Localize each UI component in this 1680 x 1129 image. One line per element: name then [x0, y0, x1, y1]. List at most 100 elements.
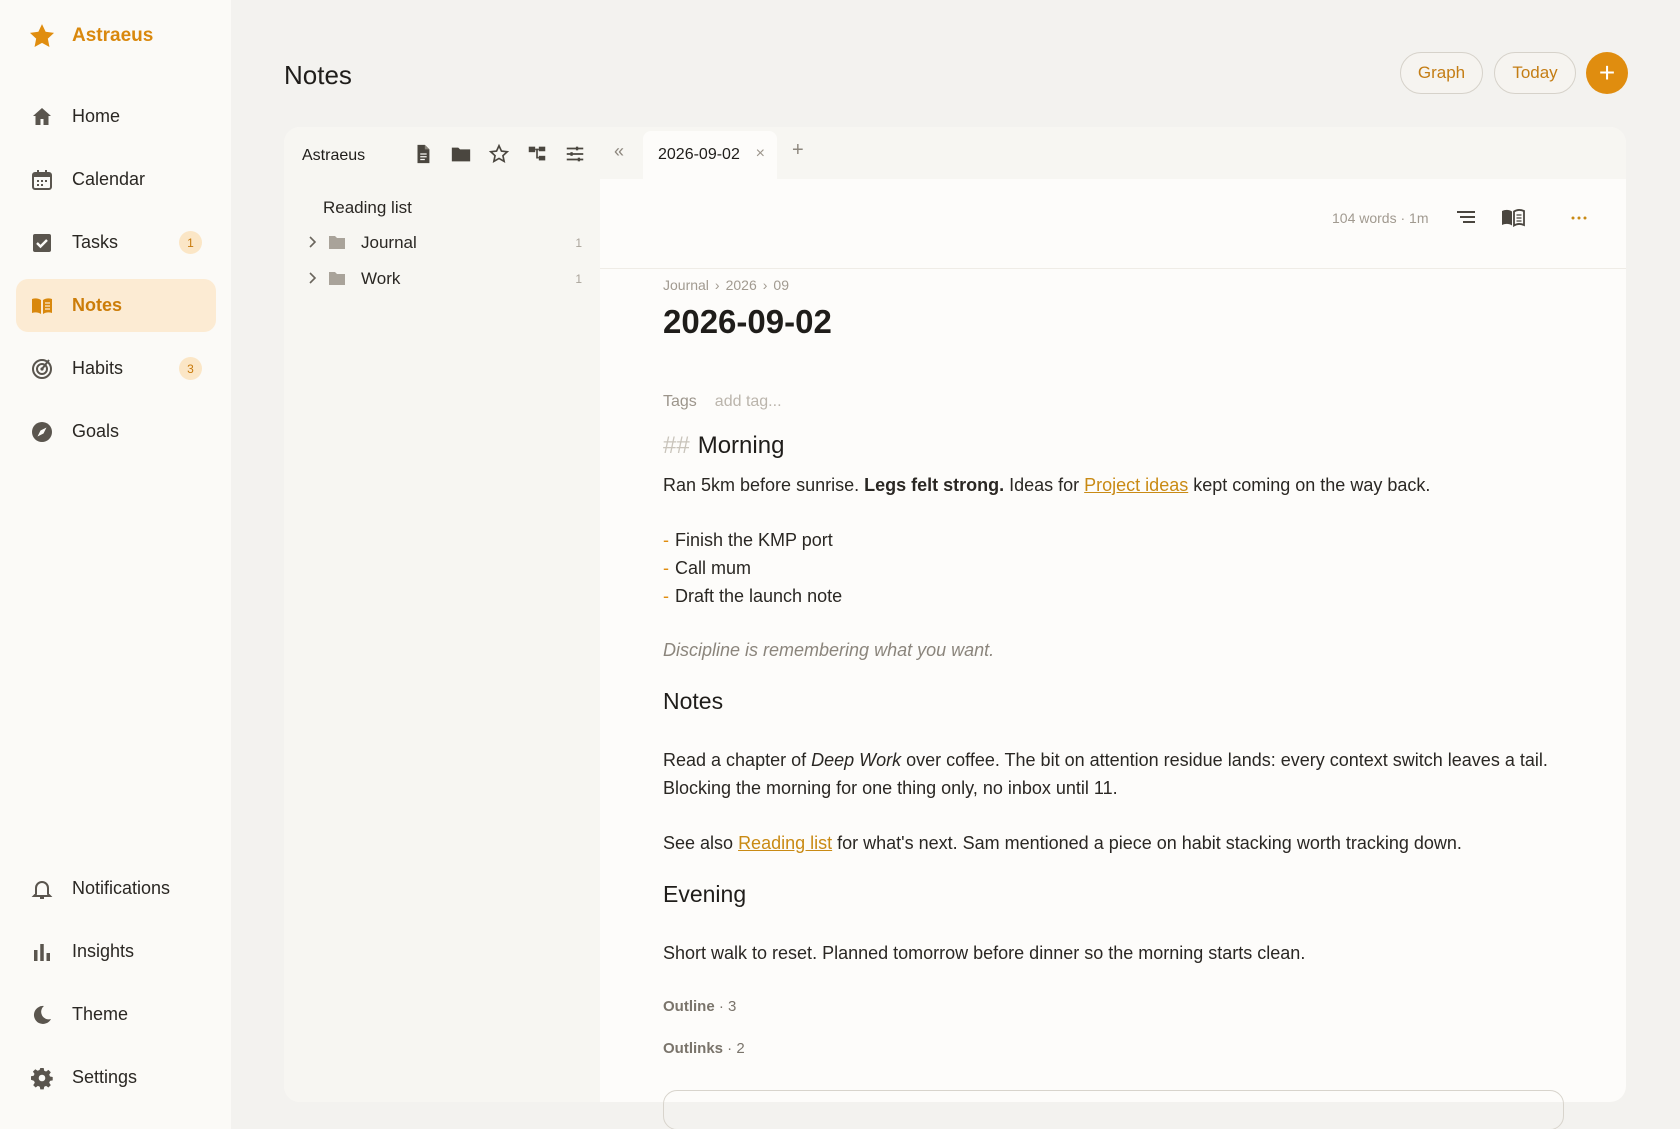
outlinks-list[interactable] [663, 1090, 1564, 1129]
home-icon [33, 107, 51, 125]
compass-icon [32, 421, 52, 442]
brand[interactable]: Astraeus [28, 22, 153, 50]
nav-label: Notifications [72, 878, 171, 898]
text-run: Ideas for [1004, 475, 1085, 495]
add-note-button[interactable]: + [1586, 52, 1628, 94]
folder-icon [329, 236, 345, 249]
more-icon[interactable] [1566, 205, 1592, 231]
nav-item-goals[interactable]: Goals [16, 405, 216, 458]
text-run: for what's next. Sam mentioned a piece o… [832, 833, 1462, 853]
bold-text: Legs felt strong. [864, 475, 1005, 495]
outline-label: Outline [663, 998, 715, 1015]
list-item[interactable]: - Draft the launch note [663, 582, 842, 610]
add-tag-input[interactable]: add tag... [715, 393, 782, 410]
tags-label: Tags [663, 393, 697, 410]
breadcrumb-item[interactable]: Journal [663, 277, 709, 293]
note-title[interactable]: 2026-09-02 [663, 303, 832, 341]
text-run: over coffee. The bit on attention residu… [901, 750, 1548, 770]
tags-row: Tags add tag... [663, 393, 782, 411]
breadcrumb-separator: › [762, 277, 768, 293]
notes-panel: Astraeus Reading list Journal 1 Work 1 «… [284, 127, 1626, 1102]
paragraph[interactable]: Short walk to reset. Planned tomorrow be… [663, 939, 1305, 967]
nav-label: Home [72, 106, 121, 126]
page-title: Notes [284, 60, 352, 90]
nav-item-insights[interactable]: Insights [16, 925, 216, 978]
heading-morning[interactable]: ## Morning [663, 432, 784, 460]
target-icon [32, 358, 52, 379]
breadcrumb-item[interactable]: 09 [773, 277, 789, 293]
wiki-link-project-ideas[interactable]: Project ideas [1084, 475, 1188, 495]
outlinks-section-toggle[interactable]: Outlinks · 2 [663, 1040, 745, 1057]
list-item[interactable]: - Call mum [663, 554, 751, 582]
tree-folder-count: 1 [575, 272, 582, 286]
text-run: See also [663, 833, 739, 853]
paragraph[interactable]: Ran 5km before sunrise. Legs felt strong… [663, 471, 1430, 499]
heading-notes[interactable]: Notes [663, 688, 723, 715]
paragraph[interactable]: Read a chapter of Deep Work over coffee.… [663, 746, 1548, 774]
heading-evening[interactable]: Evening [663, 881, 746, 908]
gear-icon [31, 1067, 53, 1089]
nav-item-tasks[interactable]: Tasks 1 [16, 216, 216, 269]
new-tab-button[interactable]: + [792, 139, 804, 162]
doc-toolbar: 104 words · 1m [600, 179, 1626, 269]
nav-label: Goals [72, 421, 120, 441]
heading-text: Morning [697, 432, 785, 459]
habits-count-badge: 3 [179, 357, 202, 380]
tab-bar: « 2026-09-02 × + [600, 127, 1626, 179]
nav-label: Settings [72, 1067, 138, 1087]
vault-name: Astraeus [302, 147, 366, 164]
quote-text[interactable]: Discipline is remembering what you want. [663, 636, 994, 664]
bell-icon [31, 880, 53, 899]
breadcrumb: Journal › 2026 › 09 [663, 277, 789, 293]
nav-item-settings[interactable]: Settings [16, 1051, 216, 1104]
nav-item-notes[interactable]: Notes [16, 279, 216, 332]
nav-item-calendar[interactable]: Calendar [16, 153, 216, 206]
reading-mode-icon[interactable] [1500, 205, 1526, 231]
graph-button[interactable]: Graph [1400, 52, 1483, 94]
nav-item-home[interactable]: Home [16, 90, 216, 143]
chevron-right-icon[interactable] [304, 234, 320, 250]
tree-item-reading-list[interactable]: Reading list [284, 191, 600, 225]
checkbox-icon [33, 233, 51, 252]
tree-folder-work[interactable]: Work 1 [284, 261, 600, 297]
tab-label: 2026-09-02 [658, 146, 740, 163]
nav-label: Tasks [72, 232, 119, 252]
book-icon [32, 297, 52, 314]
paragraph-line[interactable]: Blocking the morning for one thing only,… [663, 774, 1118, 802]
nav-item-habits[interactable]: Habits 3 [16, 342, 216, 395]
outline-icon[interactable] [1453, 205, 1479, 231]
list-item-text: Call mum [675, 558, 752, 578]
tree-folder-count: 1 [575, 236, 582, 250]
outline-section-toggle[interactable]: Outline · 3 [663, 998, 736, 1015]
wiki-link-reading-list[interactable]: Reading list [738, 833, 832, 853]
new-folder-icon[interactable] [450, 143, 472, 165]
bar-chart-icon [34, 943, 50, 961]
nav-label: Insights [72, 941, 135, 961]
collapse-sidebar-button[interactable]: « [614, 141, 624, 162]
heading-marker: ## [663, 432, 690, 459]
today-button[interactable]: Today [1494, 52, 1576, 94]
nav-item-theme[interactable]: Theme [16, 988, 216, 1041]
folder-icon [329, 272, 345, 285]
list-item[interactable]: - Finish the KMP port [663, 526, 833, 554]
star-icon[interactable] [488, 143, 510, 165]
breadcrumb-item[interactable]: 2026 [726, 277, 757, 293]
filter-icon[interactable] [564, 143, 586, 165]
app-sidebar: Astraeus Home Calendar Tasks 1 Notes Hab… [0, 0, 231, 1129]
text-run: Ran 5km before sunrise. [663, 475, 865, 495]
chevron-right-icon[interactable] [304, 270, 320, 286]
tab-2026-09-02[interactable]: 2026-09-02 × [643, 131, 777, 179]
list-item-text: Draft the launch note [675, 586, 843, 606]
tree-icon[interactable] [526, 143, 548, 165]
nav-label: Calendar [72, 169, 146, 189]
nav-item-notifications[interactable]: Notifications [16, 862, 216, 915]
bullet-marker: - [663, 530, 669, 550]
star-logo-icon [29, 24, 55, 47]
new-note-icon[interactable] [412, 143, 434, 165]
tasks-count-badge: 1 [179, 231, 202, 254]
word-count: 104 words · 1m [1332, 210, 1429, 226]
bullet-marker: - [663, 558, 669, 578]
paragraph[interactable]: See also Reading list for what's next. S… [663, 829, 1462, 857]
tree-folder-journal[interactable]: Journal 1 [284, 225, 600, 261]
tab-close-button[interactable]: × [756, 145, 765, 163]
